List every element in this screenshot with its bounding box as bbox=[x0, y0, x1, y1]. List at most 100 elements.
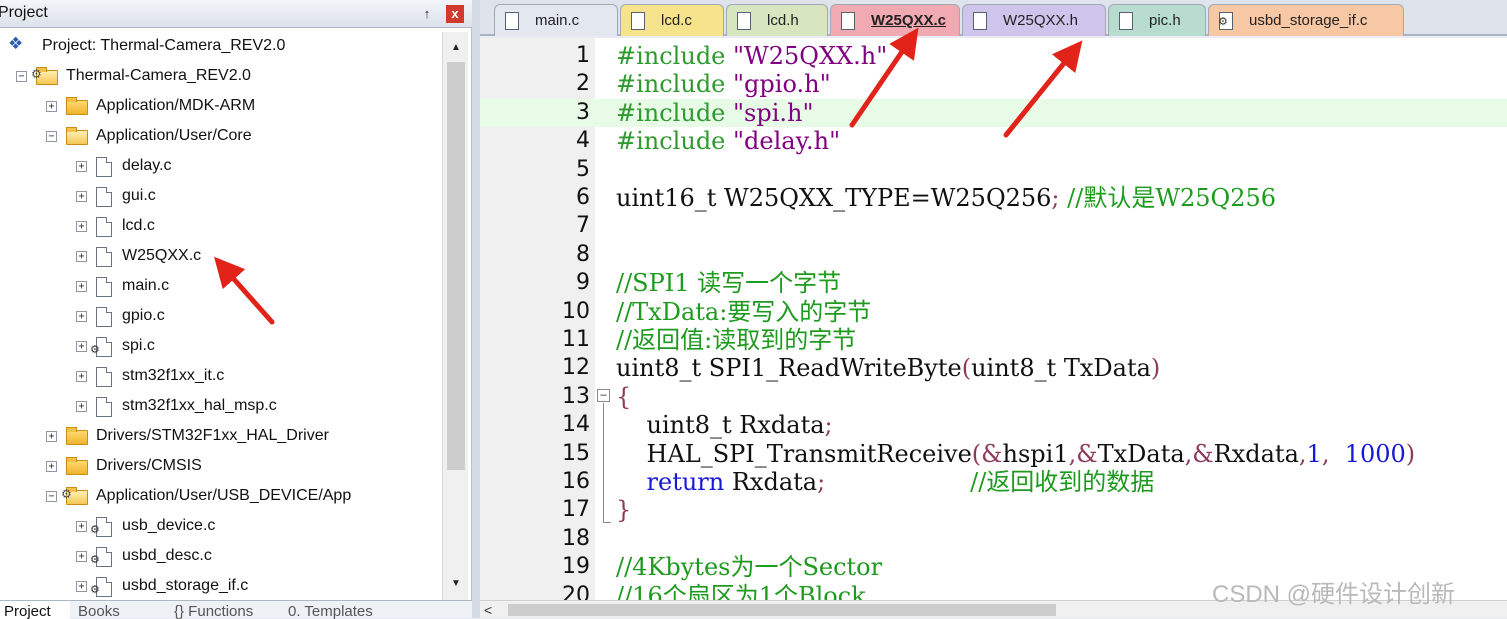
code-editor[interactable]: 1 #include "W25QXX.h" 2 #include "gpio.h" 3 #… bbox=[480, 38, 1507, 600]
editor-tab[interactable]: lcd.h bbox=[726, 4, 828, 36]
code-line[interactable]: 4 #include "delay.h" bbox=[480, 127, 1507, 155]
line-number: 6 bbox=[576, 185, 590, 210]
expand-icon[interactable]: + bbox=[46, 461, 57, 472]
editor-tab[interactable]: W25QXX.c bbox=[830, 4, 960, 36]
scroll-left-arrow-icon[interactable]: < bbox=[484, 601, 492, 619]
file-icon bbox=[737, 12, 751, 30]
tree-item[interactable]: ❖ Project: Thermal-Camera_REV2.0 bbox=[0, 32, 442, 62]
expand-icon[interactable]: + bbox=[46, 101, 57, 112]
tree-item[interactable]: + gpio.c bbox=[0, 302, 442, 332]
line-number: 8 bbox=[576, 241, 590, 267]
code-line[interactable]: 7 bbox=[480, 212, 1507, 240]
code-line[interactable]: 13−{ bbox=[480, 383, 1507, 411]
code-line[interactable]: 6 uint16_t W25QXX_TYPE=W25Q256; //默认是W25Q… bbox=[480, 184, 1507, 212]
expand-icon[interactable]: + bbox=[76, 371, 87, 382]
tree-item[interactable]: + delay.c bbox=[0, 152, 442, 182]
expand-icon[interactable]: + bbox=[76, 251, 87, 262]
code-line[interactable]: 9 //SPI1 读写一个字节 bbox=[480, 269, 1507, 297]
collapse-icon[interactable]: − bbox=[16, 71, 27, 82]
tree-vertical-scrollbar[interactable]: ▲ ▼ bbox=[442, 32, 468, 600]
expand-icon[interactable]: + bbox=[76, 581, 87, 592]
collapse-icon[interactable]: − bbox=[46, 491, 57, 502]
code-line[interactable]: 18 bbox=[480, 525, 1507, 553]
code-text: //16个扇区为1个Block bbox=[616, 581, 866, 600]
tree-item[interactable]: + Application/MDK-ARM bbox=[0, 92, 442, 122]
fold-collapse-icon[interactable]: − bbox=[597, 388, 610, 402]
code-line[interactable]: 1 #include "W25QXX.h" bbox=[480, 42, 1507, 70]
line-number: 3 bbox=[576, 99, 590, 125]
gear-folder-icon bbox=[61, 487, 88, 505]
expand-icon[interactable]: + bbox=[76, 161, 87, 172]
expand-icon[interactable]: + bbox=[76, 191, 87, 202]
tree-item[interactable]: + stm32f1xx_it.c bbox=[0, 362, 442, 392]
scroll-down-arrow-icon[interactable]: ▼ bbox=[446, 574, 466, 594]
expand-icon[interactable]: + bbox=[76, 281, 87, 292]
expand-icon[interactable]: + bbox=[76, 551, 87, 562]
code-line[interactable]: 5 bbox=[480, 156, 1507, 184]
code-line[interactable]: 15 HAL_SPI_TransmitReceive(&hspi1,&TxDat… bbox=[480, 440, 1507, 468]
tree-item[interactable]: + spi.c bbox=[0, 332, 442, 362]
panel-tab-books[interactable]: Books bbox=[74, 601, 166, 619]
expand-icon[interactable]: + bbox=[76, 311, 87, 322]
code-line[interactable]: 14 uint8_t Rxdata; bbox=[480, 411, 1507, 439]
code-line[interactable]: 12 uint8_t SPI1_ReadWriteByte(uint8_t TxD… bbox=[480, 354, 1507, 382]
tree-item[interactable]: + Drivers/STM32F1xx_HAL_Driver bbox=[0, 422, 442, 452]
expand-icon[interactable]: + bbox=[76, 521, 87, 532]
tree-item[interactable]: + lcd.c bbox=[0, 212, 442, 242]
tree-item[interactable]: − Application/User/USB_DEVICE/App bbox=[0, 482, 442, 512]
pin-icon[interactable]: ↑ bbox=[418, 5, 436, 23]
expand-icon[interactable]: + bbox=[76, 221, 87, 232]
expand-icon[interactable]: + bbox=[46, 431, 57, 442]
panel-tab-templates[interactable]: 0. Templates bbox=[284, 601, 404, 619]
fold-guide-end bbox=[603, 522, 611, 524]
code-line[interactable]: 11 //返回值:读取到的字节 bbox=[480, 326, 1507, 354]
editor-tab-label: main.c bbox=[535, 12, 580, 29]
line-number: 1 bbox=[576, 43, 590, 68]
tree-item[interactable]: − Application/User/Core bbox=[0, 122, 442, 152]
editor-tab-label: lcd.c bbox=[661, 12, 692, 29]
line-number: 18 bbox=[562, 525, 590, 551]
line-number: 16 bbox=[562, 469, 590, 494]
line-number: 2 bbox=[576, 71, 590, 97]
file-icon bbox=[631, 12, 645, 30]
collapse-icon[interactable]: − bbox=[46, 131, 57, 142]
file-icon bbox=[96, 307, 112, 327]
project-icon: ❖ bbox=[8, 34, 24, 53]
expand-icon[interactable]: + bbox=[76, 401, 87, 412]
tree-item[interactable]: + Drivers/CMSIS bbox=[0, 452, 442, 482]
tree-item[interactable]: + usbd_desc.c bbox=[0, 542, 442, 572]
code-line[interactable]: 8 bbox=[480, 241, 1507, 269]
editor-tab[interactable]: main.c bbox=[494, 4, 618, 36]
editor-tab-label: W25QXX.h bbox=[1003, 12, 1079, 29]
scroll-thumb[interactable] bbox=[508, 604, 1056, 616]
panel-tab-project[interactable]: Project bbox=[0, 601, 70, 619]
tree-item[interactable]: + main.c bbox=[0, 272, 442, 302]
expand-icon[interactable]: + bbox=[76, 341, 87, 352]
editor-tab[interactable]: W25QXX.h bbox=[962, 4, 1106, 36]
file-icon bbox=[841, 12, 855, 30]
editor-tab-label: usbd_storage_if.c bbox=[1249, 12, 1368, 29]
tree-item[interactable]: + gui.c bbox=[0, 182, 442, 212]
editor-tab[interactable]: usbd_storage_if.c bbox=[1208, 4, 1404, 36]
code-text: uint8_t Rxdata; bbox=[616, 411, 833, 440]
code-line[interactable]: 16 return Rxdata; //返回收到的数据 bbox=[480, 468, 1507, 496]
fold-guide bbox=[603, 402, 604, 523]
code-line[interactable]: 10 //TxData:要写入的字节 bbox=[480, 298, 1507, 326]
code-line[interactable]: 17} bbox=[480, 496, 1507, 524]
editor-tab[interactable]: pic.h bbox=[1108, 4, 1206, 36]
editor-tab[interactable]: lcd.c bbox=[620, 4, 724, 36]
scroll-up-arrow-icon[interactable]: ▲ bbox=[446, 38, 466, 58]
tree-item[interactable]: + usbd_storage_if.c bbox=[0, 572, 442, 600]
tree-item[interactable]: + usb_device.c bbox=[0, 512, 442, 542]
tree-item[interactable]: + stm32f1xx_hal_msp.c bbox=[0, 392, 442, 422]
code-line[interactable]: 2 #include "gpio.h" bbox=[480, 70, 1507, 98]
tree-item-label: Application/MDK-ARM bbox=[96, 97, 256, 114]
tree-item-label: spi.c bbox=[122, 337, 155, 354]
close-icon[interactable]: x bbox=[446, 5, 464, 23]
panel-tab-functions[interactable]: {} Functions bbox=[170, 601, 280, 619]
tree-item[interactable]: + W25QXX.c bbox=[0, 242, 442, 272]
scroll-thumb[interactable] bbox=[447, 62, 465, 470]
panel-splitter[interactable] bbox=[472, 0, 480, 618]
tree-item[interactable]: − Thermal-Camera_REV2.0 bbox=[0, 62, 442, 92]
code-line[interactable]: 3 #include "spi.h" bbox=[480, 98, 1507, 127]
